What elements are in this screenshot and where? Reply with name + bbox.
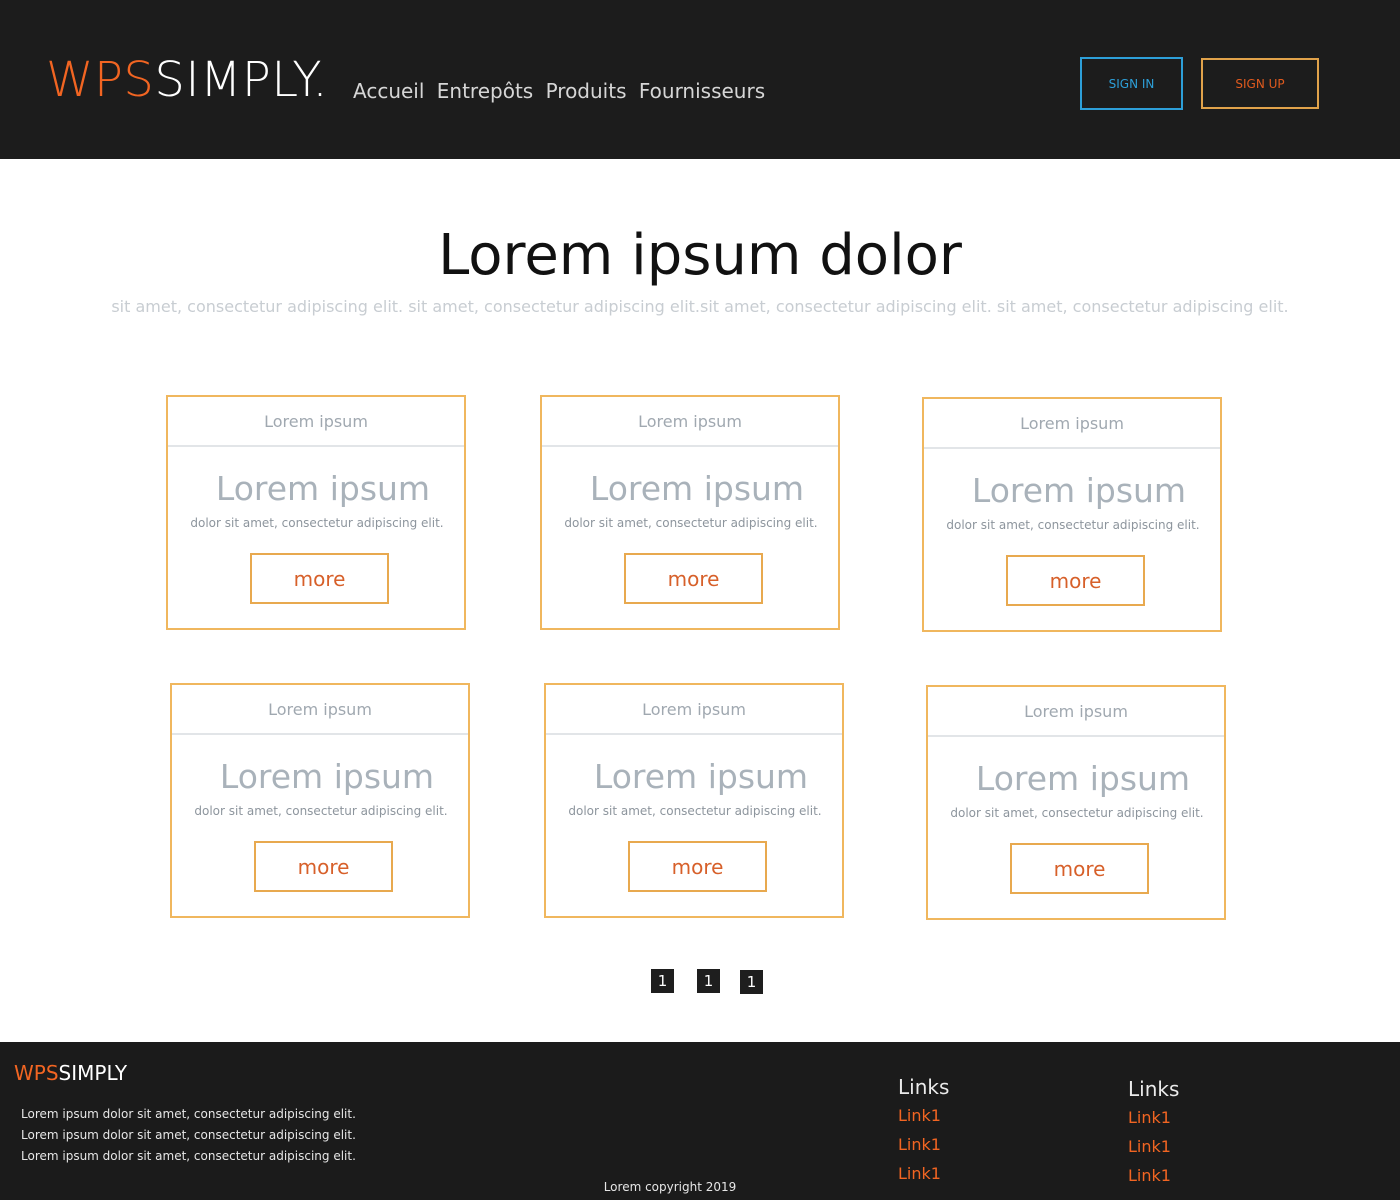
card: Lorem ipsum Lorem ipsum dolor sit amet, … — [922, 397, 1222, 632]
card-header: Lorem ipsum — [924, 399, 1220, 449]
card-header: Lorem ipsum — [542, 397, 838, 447]
logo[interactable]: WPSSIMPLY. — [46, 50, 328, 110]
card-title: Lorem ipsum — [593, 757, 809, 796]
footer-logo-wps: WPS — [14, 1061, 59, 1085]
main-nav: Accueil Entrepôts Produits Fournisseurs — [353, 78, 771, 104]
footer-link[interactable]: Link1 — [1128, 1132, 1308, 1161]
card-header: Lorem ipsum — [168, 397, 464, 447]
card-text: dolor sit amet, consectetur adipiscing e… — [194, 804, 448, 818]
more-button[interactable]: more — [628, 841, 767, 892]
footer-link[interactable]: Link1 — [1128, 1103, 1308, 1132]
footer-link[interactable]: Link1 — [898, 1101, 1078, 1130]
nav-item-entrepots[interactable]: Entrepôts — [437, 79, 533, 103]
footer-line: Lorem ipsum dolor sit amet, consectetur … — [21, 1128, 356, 1142]
card-header: Lorem ipsum — [546, 685, 842, 735]
footer-links-column: Links Link1 Link1 Link1 — [1128, 1075, 1308, 1190]
card-header: Lorem ipsum — [928, 687, 1224, 737]
pagination-page[interactable]: 1 — [651, 969, 674, 993]
card-title: Lorem ipsum — [219, 757, 435, 796]
sign-up-button[interactable]: SIGN UP — [1201, 58, 1319, 109]
pagination-page[interactable]: 1 — [697, 969, 720, 993]
card: Lorem ipsum Lorem ipsum dolor sit amet, … — [540, 395, 840, 630]
card-title: Lorem ipsum — [215, 469, 431, 508]
footer-logo[interactable]: WPSSIMPLY — [14, 1060, 127, 1086]
footer-link[interactable]: Link1 — [898, 1130, 1078, 1159]
logo-wps: WPS — [46, 52, 155, 108]
card: Lorem ipsum Lorem ipsum dolor sit amet, … — [544, 683, 844, 918]
page-title: Lorem ipsum dolor — [438, 223, 962, 288]
logo-simply: SIMPLY. — [154, 52, 329, 108]
card: Lorem ipsum Lorem ipsum dolor sit amet, … — [170, 683, 470, 918]
footer-text: Lorem ipsum dolor sit amet, consectetur … — [21, 1104, 356, 1167]
page-subtitle: sit amet, consectetur adipiscing elit. s… — [111, 297, 1289, 316]
card: Lorem ipsum Lorem ipsum dolor sit amet, … — [166, 395, 466, 630]
card-title: Lorem ipsum — [975, 759, 1191, 798]
more-button[interactable]: more — [624, 553, 763, 604]
more-button[interactable]: more — [254, 841, 393, 892]
card-text: dolor sit amet, consectetur adipiscing e… — [564, 516, 818, 530]
footer-links-heading: Links — [1128, 1077, 1180, 1101]
footer-links-column: Links Link1 Link1 Link1 — [898, 1073, 1078, 1188]
more-button[interactable]: more — [1010, 843, 1149, 894]
footer-links-heading: Links — [898, 1075, 950, 1099]
card-title: Lorem ipsum — [589, 469, 805, 508]
card-text: dolor sit amet, consectetur adipiscing e… — [190, 516, 444, 530]
nav-item-accueil[interactable]: Accueil — [353, 79, 424, 103]
footer-logo-simply: SIMPLY — [58, 1061, 128, 1085]
copyright: Lorem copyright 2019 — [603, 1180, 737, 1194]
footer-line: Lorem ipsum dolor sit amet, consectetur … — [21, 1107, 356, 1121]
sign-in-button[interactable]: SIGN IN — [1080, 57, 1183, 110]
card-text: dolor sit amet, consectetur adipiscing e… — [568, 804, 822, 818]
card-header: Lorem ipsum — [172, 685, 468, 735]
footer-line: Lorem ipsum dolor sit amet, consectetur … — [21, 1149, 356, 1163]
card-text: dolor sit amet, consectetur adipiscing e… — [946, 518, 1200, 532]
more-button[interactable]: more — [250, 553, 389, 604]
nav-item-fournisseurs[interactable]: Fournisseurs — [639, 79, 765, 103]
site-footer: WPSSIMPLY Lorem ipsum dolor sit amet, co… — [0, 1042, 1400, 1200]
card-title: Lorem ipsum — [971, 471, 1187, 510]
card: Lorem ipsum Lorem ipsum dolor sit amet, … — [926, 685, 1226, 920]
site-header: WPSSIMPLY. Accueil Entrepôts Produits Fo… — [0, 0, 1400, 159]
pagination-page[interactable]: 1 — [740, 970, 763, 994]
nav-item-produits[interactable]: Produits — [546, 79, 627, 103]
card-text: dolor sit amet, consectetur adipiscing e… — [950, 806, 1204, 820]
more-button[interactable]: more — [1006, 555, 1145, 606]
